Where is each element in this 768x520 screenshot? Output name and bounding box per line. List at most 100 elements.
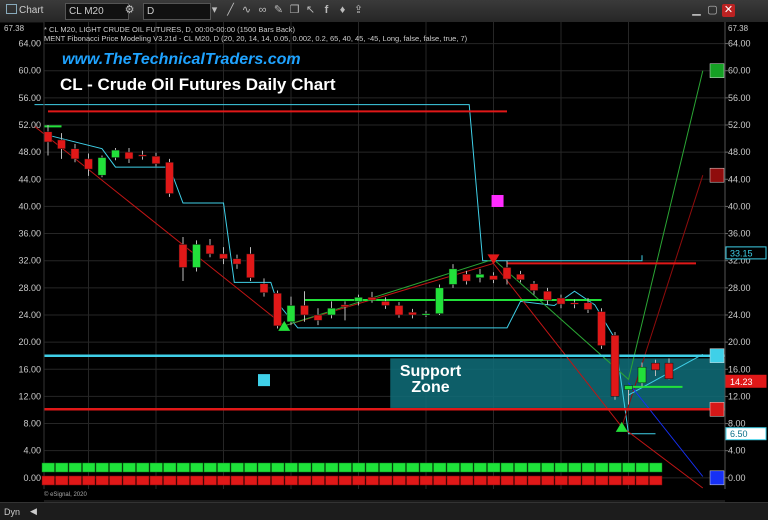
volume-green-block bbox=[109, 462, 123, 473]
volume-green-block bbox=[595, 462, 609, 473]
scroll-left-icon[interactable]: ◀ bbox=[30, 506, 37, 517]
candle-body bbox=[111, 149, 120, 158]
candle-body bbox=[651, 362, 660, 371]
y-tick-label-right: 20.00 bbox=[728, 337, 751, 347]
y-tick-label-right: 8.00 bbox=[728, 419, 746, 429]
top-price-label-left: 67.38 bbox=[4, 24, 25, 33]
volume-red-block bbox=[82, 475, 96, 486]
support-zone-label: Support Zone bbox=[377, 364, 484, 396]
volume-red-block bbox=[109, 475, 123, 486]
chart-title: CL - Crude Oil Futures Daily Chart bbox=[60, 75, 336, 94]
volume-red-block bbox=[68, 475, 82, 486]
volume-green-block bbox=[527, 462, 541, 473]
volume-green-block bbox=[271, 462, 285, 473]
candle-body bbox=[610, 335, 620, 397]
y-tick-label-right: 64.00 bbox=[728, 39, 751, 49]
volume-red-block bbox=[365, 475, 379, 486]
edge-square-marker bbox=[709, 348, 725, 363]
y-tick-label-right: 0.00 bbox=[728, 473, 746, 483]
candle-body bbox=[502, 267, 512, 280]
volume-green-block bbox=[365, 462, 379, 473]
y-tick-label-right: 36.00 bbox=[728, 229, 751, 239]
volume-red-block bbox=[163, 475, 177, 486]
volume-red-block bbox=[338, 475, 352, 486]
y-tick-label-right: 48.00 bbox=[728, 147, 751, 157]
volume-red-block bbox=[500, 475, 514, 486]
volume-green-block bbox=[568, 462, 582, 473]
candle-body bbox=[327, 307, 336, 316]
candle-body bbox=[178, 244, 188, 268]
volume-red-block bbox=[284, 475, 298, 486]
candle-body bbox=[475, 274, 485, 278]
volume-green-block bbox=[68, 462, 82, 473]
candle-body bbox=[124, 151, 134, 160]
volume-red-block bbox=[55, 475, 69, 486]
y-tick-label-right: 40.00 bbox=[728, 201, 751, 211]
volume-green-block bbox=[298, 462, 312, 473]
volume-red-block bbox=[203, 475, 217, 486]
candle-body bbox=[259, 283, 269, 293]
y-tick-label-right: 24.00 bbox=[728, 310, 751, 320]
volume-red-block bbox=[446, 475, 460, 486]
volume-green-block bbox=[473, 462, 487, 473]
study-line-1: * CL M20, LIGHT CRUDE OIL FUTURES, D, 00… bbox=[44, 25, 296, 34]
volume-red-block bbox=[176, 475, 190, 486]
candle-body bbox=[97, 157, 107, 176]
volume-green-block bbox=[514, 462, 528, 473]
price-flag-label: 33.15 bbox=[730, 248, 753, 258]
candle-body bbox=[354, 297, 363, 302]
candle-body bbox=[232, 258, 242, 265]
volume-red-block bbox=[392, 475, 406, 486]
candle-body bbox=[529, 283, 539, 291]
volume-red-block bbox=[568, 475, 582, 486]
cyan-square-marker bbox=[258, 374, 270, 387]
volume-green-block bbox=[176, 462, 190, 473]
volume-green-block bbox=[446, 462, 460, 473]
y-tick-label-left: 36.00 bbox=[18, 229, 41, 239]
support-zone-line-1: Support bbox=[399, 363, 462, 380]
candle-body bbox=[43, 131, 53, 143]
candle-body bbox=[286, 305, 296, 323]
volume-green-block bbox=[217, 462, 231, 473]
y-tick-label-left: 28.00 bbox=[18, 283, 41, 293]
volume-red-block bbox=[487, 475, 501, 486]
candle-body bbox=[313, 314, 323, 321]
candle-body bbox=[556, 297, 566, 305]
volume-red-block bbox=[190, 475, 204, 486]
study-line-2: MENT Fibonacci Price Modeling V3.21d - C… bbox=[44, 34, 468, 43]
volume-red-block bbox=[257, 475, 271, 486]
y-tick-label-right: 56.00 bbox=[728, 93, 751, 103]
volume-red-block bbox=[244, 475, 258, 486]
y-tick-label-right: 44.00 bbox=[728, 174, 751, 184]
y-tick-label-right: 4.00 bbox=[728, 446, 746, 456]
dyn-button[interactable]: Dyn bbox=[4, 507, 20, 517]
volume-red-block bbox=[581, 475, 595, 486]
candle-body bbox=[273, 293, 282, 327]
price-flag-label: 14.23 bbox=[730, 377, 753, 387]
y-tick-label-left: 48.00 bbox=[18, 147, 41, 157]
candle-body bbox=[489, 275, 498, 280]
volume-red-block bbox=[460, 475, 474, 486]
candle-body bbox=[340, 304, 350, 308]
volume-green-block bbox=[406, 462, 420, 473]
volume-red-block bbox=[635, 475, 649, 486]
y-tick-label-left: 60.00 bbox=[18, 66, 41, 76]
volume-green-block bbox=[325, 462, 339, 473]
y-tick-label-left: 40.00 bbox=[18, 201, 41, 211]
volume-green-block bbox=[136, 462, 150, 473]
candle-body bbox=[462, 274, 471, 282]
candle-body bbox=[394, 305, 404, 316]
volume-green-block bbox=[82, 462, 96, 473]
y-tick-label-left: 0.00 bbox=[23, 473, 41, 483]
volume-red-block bbox=[379, 475, 393, 486]
candle-body bbox=[219, 253, 228, 259]
volume-red-block bbox=[554, 475, 568, 486]
volume-green-block bbox=[392, 462, 406, 473]
candle-body bbox=[300, 305, 309, 316]
volume-red-block bbox=[271, 475, 285, 486]
edge-square-marker bbox=[709, 167, 725, 183]
volume-green-block bbox=[487, 462, 501, 473]
volume-green-block bbox=[608, 462, 622, 473]
y-tick-label-left: 32.00 bbox=[18, 256, 41, 266]
y-tick-label-right: 28.00 bbox=[728, 283, 751, 293]
